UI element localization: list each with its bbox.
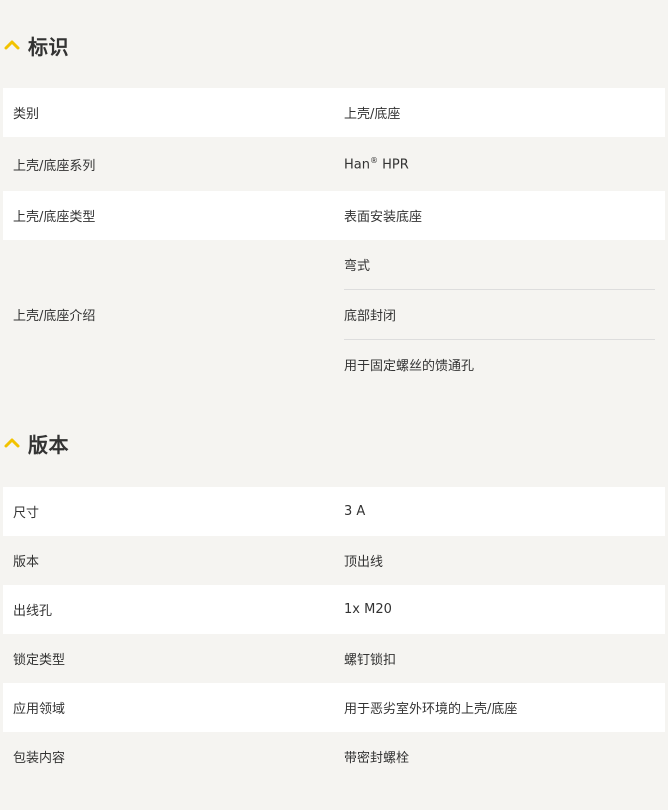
row-key: 锁定类型 <box>13 653 66 668</box>
row-value: Han® HPR <box>334 156 665 172</box>
version-table: 尺寸 3 A 版本 顶出线 出线孔 1x M20 锁定类型 螺钉锁扣 应用领域 … <box>3 487 665 781</box>
row-value: 用于恶劣室外环境的上壳/底座 <box>344 702 518 717</box>
table-row: 上壳/底座类型 表面安装底座 <box>3 191 665 240</box>
table-row: 包装内容 带密封螺栓 <box>3 732 665 781</box>
row-value-list: 弯式 底部封闭 用于固定螺丝的馈通孔 <box>334 240 665 389</box>
identification-table: 类别 上壳/底座 上壳/底座系列 Han® HPR 上壳/底座类型 表面安装底座… <box>3 88 665 388</box>
table-row: 上壳/底座系列 Han® HPR <box>3 137 665 191</box>
table-row: 类别 上壳/底座 <box>3 88 665 137</box>
section-title: 版本 <box>28 432 69 457</box>
table-row: 上壳/底座介绍 弯式 底部封闭 用于固定螺丝的馈通孔 <box>3 240 665 388</box>
row-value: 上壳/底座 <box>344 107 401 122</box>
row-key: 上壳/底座系列 <box>13 158 96 174</box>
row-value: 螺钉锁扣 <box>344 653 397 668</box>
row-value: 顶出线 <box>344 555 384 570</box>
registered-mark: ® <box>369 155 378 165</box>
list-item: 底部封闭 <box>344 290 655 340</box>
row-value: 带密封螺栓 <box>344 751 410 766</box>
row-key: 应用领域 <box>13 702 66 717</box>
table-row: 版本 顶出线 <box>3 536 665 585</box>
row-key: 尺寸 <box>13 506 40 521</box>
chevron-up-icon[interactable] <box>3 434 21 452</box>
row-value: 表面安装底座 <box>344 210 423 225</box>
section-header-identification[interactable]: 标识 <box>0 30 69 60</box>
table-row: 尺寸 3 A <box>3 487 665 536</box>
row-key: 类别 <box>13 107 40 122</box>
chevron-up-icon[interactable] <box>3 36 21 54</box>
row-key: 版本 <box>13 555 40 570</box>
row-key: 上壳/底座介绍 <box>13 308 96 324</box>
table-row: 应用领域 用于恶劣室外环境的上壳/底座 <box>3 683 665 732</box>
row-value: 1x M20 <box>344 602 392 617</box>
row-key: 包装内容 <box>13 751 66 766</box>
series-suffix: HPR <box>377 157 409 173</box>
list-item: 弯式 <box>344 240 655 290</box>
section-title: 标识 <box>28 34 69 59</box>
table-row: 锁定类型 螺钉锁扣 <box>3 634 665 683</box>
list-item: 用于固定螺丝的馈通孔 <box>344 358 475 374</box>
section-header-version[interactable]: 版本 <box>0 428 69 458</box>
row-key: 上壳/底座类型 <box>13 210 96 225</box>
series-name: Han <box>344 157 370 173</box>
row-key: 出线孔 <box>13 604 53 619</box>
row-value: 3 A <box>344 504 366 519</box>
table-row: 出线孔 1x M20 <box>3 585 665 634</box>
